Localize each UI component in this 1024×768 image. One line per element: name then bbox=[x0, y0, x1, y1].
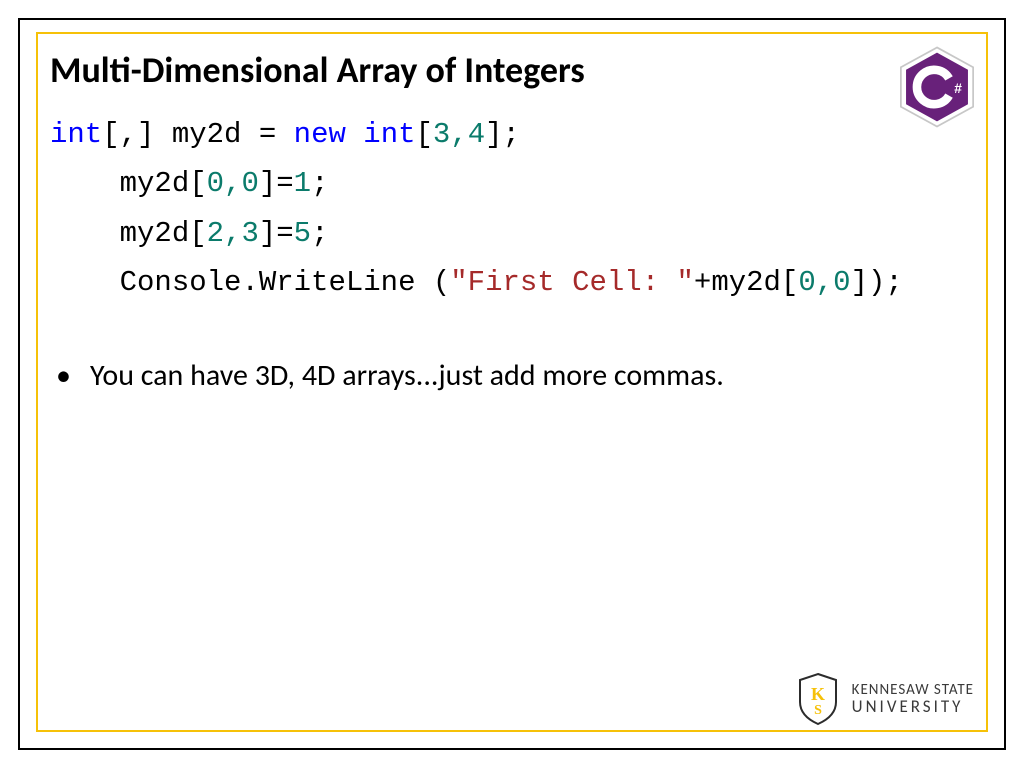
svg-text:K: K bbox=[811, 684, 825, 704]
keyword-int: int bbox=[50, 118, 102, 151]
string-literal: "First Cell: " bbox=[450, 266, 694, 299]
keyword-new: new bbox=[294, 118, 346, 151]
bullet-dot-icon: • bbox=[50, 357, 90, 394]
svg-text:S: S bbox=[814, 703, 822, 718]
bullet-item: • You can have 3D, 4D arrays...just add … bbox=[50, 357, 974, 394]
ksu-text: KENNESAW STATE UNIVERSITY bbox=[852, 683, 974, 715]
slide-content: Multi-Dimensional Array of Integers int[… bbox=[50, 48, 974, 718]
code-block: int[,] my2d = new int[3,4]; my2d[0,0]=1;… bbox=[50, 110, 974, 307]
bullet-text: You can have 3D, 4D arrays...just add mo… bbox=[90, 357, 724, 394]
ksu-crest-icon: K S bbox=[794, 672, 842, 726]
ksu-logo: K S KENNESAW STATE UNIVERSITY bbox=[794, 672, 974, 726]
slide-title: Multi-Dimensional Array of Integers bbox=[50, 48, 974, 92]
